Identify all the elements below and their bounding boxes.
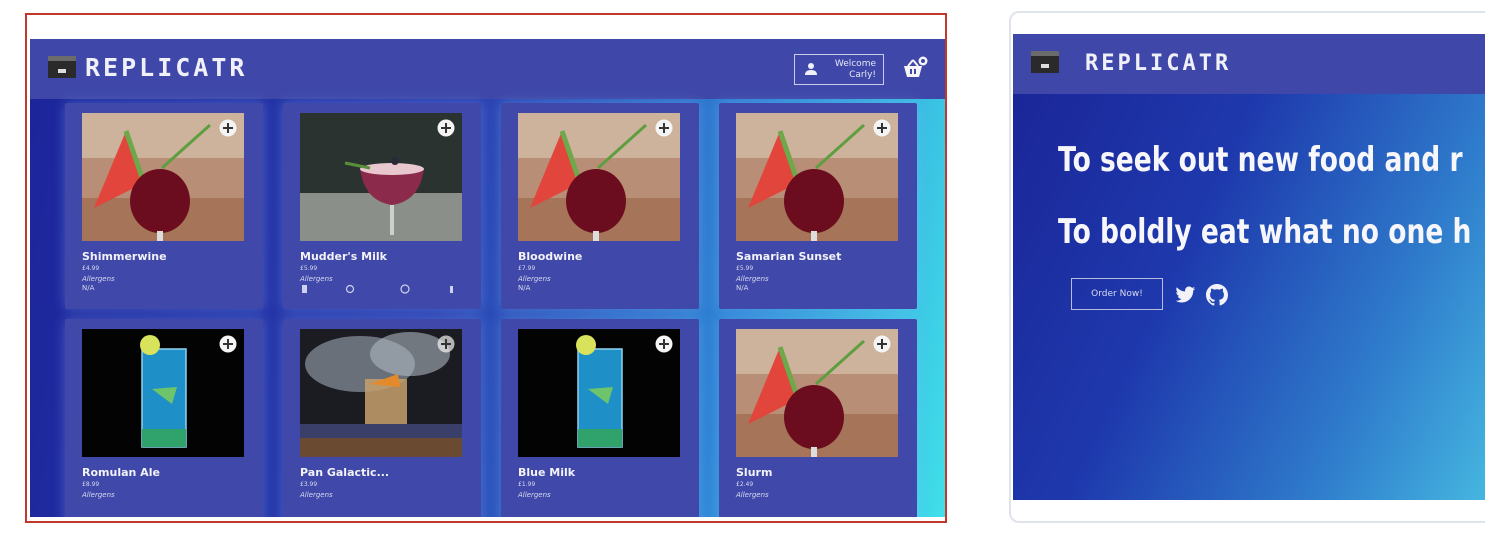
brand-name[interactable]: REPLICATR <box>85 53 247 82</box>
allergens-label: Allergens <box>518 491 551 499</box>
add-to-basket-icon[interactable] <box>437 119 455 137</box>
drink-name: Samarian Sunset <box>736 250 842 263</box>
menu-card[interactable]: Slurm £2.49 Allergens <box>719 319 917 517</box>
drink-price: £7.99 <box>518 265 536 272</box>
allergens-label: Allergens <box>300 491 333 499</box>
landing-app: REPLICATR To seek out new food and r To … <box>1013 34 1485 500</box>
drink-name: Blue Milk <box>518 466 576 479</box>
drink-image-blue-milk <box>518 329 680 457</box>
allergens-label: Allergens <box>518 275 551 283</box>
menu-card[interactable]: Romulan Ale £8.99 Allergens <box>65 319 263 517</box>
drink-name: Mudder's Milk <box>300 250 387 263</box>
add-to-basket-icon[interactable] <box>873 119 891 137</box>
menu-app: REPLICATR Welcome Carly! Shimmerwine £4.… <box>30 39 945 517</box>
add-to-basket-icon[interactable] <box>873 335 891 353</box>
drink-image-pan-galactic <box>300 329 462 457</box>
navbar: REPLICATR Welcome Carly! <box>30 39 945 99</box>
basket-icon[interactable] <box>902 56 928 80</box>
tagline-line-2: To boldly eat what no one h <box>1058 212 1472 252</box>
drink-name: Romulan Ale <box>82 466 160 479</box>
drink-price: £3.99 <box>300 481 318 488</box>
milk-icon <box>400 284 410 294</box>
menu-card[interactable]: Blue Milk £1.99 Allergens <box>501 319 699 517</box>
allergen-info: N/A <box>736 284 749 292</box>
drink-price: £2.49 <box>736 481 754 488</box>
drink-name: Pan Galactic... <box>300 466 390 479</box>
add-to-basket-icon[interactable] <box>655 119 673 137</box>
github-icon[interactable] <box>1205 283 1229 307</box>
menu-screenshot: REPLICATR Welcome Carly! Shimmerwine £4.… <box>25 13 947 523</box>
add-to-basket-icon[interactable] <box>219 119 237 137</box>
welcome-user-button[interactable]: Welcome Carly! <box>794 54 884 85</box>
allergen-icons-row <box>302 284 453 294</box>
allergen-info: N/A <box>82 284 95 292</box>
twitter-icon[interactable] <box>1175 286 1196 304</box>
drink-image-red-wine <box>736 113 898 241</box>
tagline-line-1: To seek out new food and r <box>1058 140 1463 180</box>
allergens-label: Allergens <box>82 275 115 283</box>
add-to-basket-icon[interactable] <box>655 335 673 353</box>
allergens-label: Allergens <box>82 491 115 499</box>
drink-image-red-wine <box>518 113 680 241</box>
drink-price: £1.99 <box>518 481 536 488</box>
allergen-info: N/A <box>518 284 531 292</box>
drink-name: Shimmerwine <box>82 250 167 263</box>
drink-price: £8.99 <box>82 481 100 488</box>
drop-icon <box>450 286 453 293</box>
drink-name: Slurm <box>736 466 773 479</box>
brand-name[interactable]: REPLICATR <box>1085 51 1231 76</box>
replicator-logo-icon[interactable] <box>1031 51 1059 73</box>
user-icon <box>805 63 817 75</box>
menu-card[interactable]: Pan Galactic... £3.99 Allergens <box>283 319 481 517</box>
menu-card[interactable]: Mudder's Milk £5.99 Allergens <box>283 103 481 309</box>
drink-image-red-wine <box>82 113 244 241</box>
drink-price: £4.99 <box>82 265 100 272</box>
bottle-icon <box>302 285 307 293</box>
allergens-label: Allergens <box>736 275 769 283</box>
drink-price: £5.99 <box>300 265 318 272</box>
allergens-label: Allergens <box>300 275 333 283</box>
add-to-basket-icon[interactable] <box>437 335 455 353</box>
menu-card[interactable]: Shimmerwine £4.99 Allergens N/A <box>65 103 263 309</box>
drink-price: £5.99 <box>736 265 754 272</box>
allergens-label: Allergens <box>736 491 769 499</box>
menu-card[interactable]: Samarian Sunset £5.99 Allergens N/A <box>719 103 917 309</box>
menu-card[interactable]: Bloodwine £7.99 Allergens N/A <box>501 103 699 309</box>
landing-screenshot: REPLICATR To seek out new food and r To … <box>1009 11 1485 523</box>
add-to-basket-icon[interactable] <box>219 335 237 353</box>
order-now-button[interactable]: Order Now! <box>1071 278 1163 310</box>
navbar: REPLICATR <box>1013 34 1485 94</box>
drink-name: Bloodwine <box>518 250 583 263</box>
replicator-logo-icon[interactable] <box>48 56 76 78</box>
drink-image-romulan-ale <box>82 329 244 457</box>
link-icon <box>345 284 355 294</box>
drink-image-mudders-milk <box>300 113 462 241</box>
drink-image-slurm <box>736 329 898 457</box>
